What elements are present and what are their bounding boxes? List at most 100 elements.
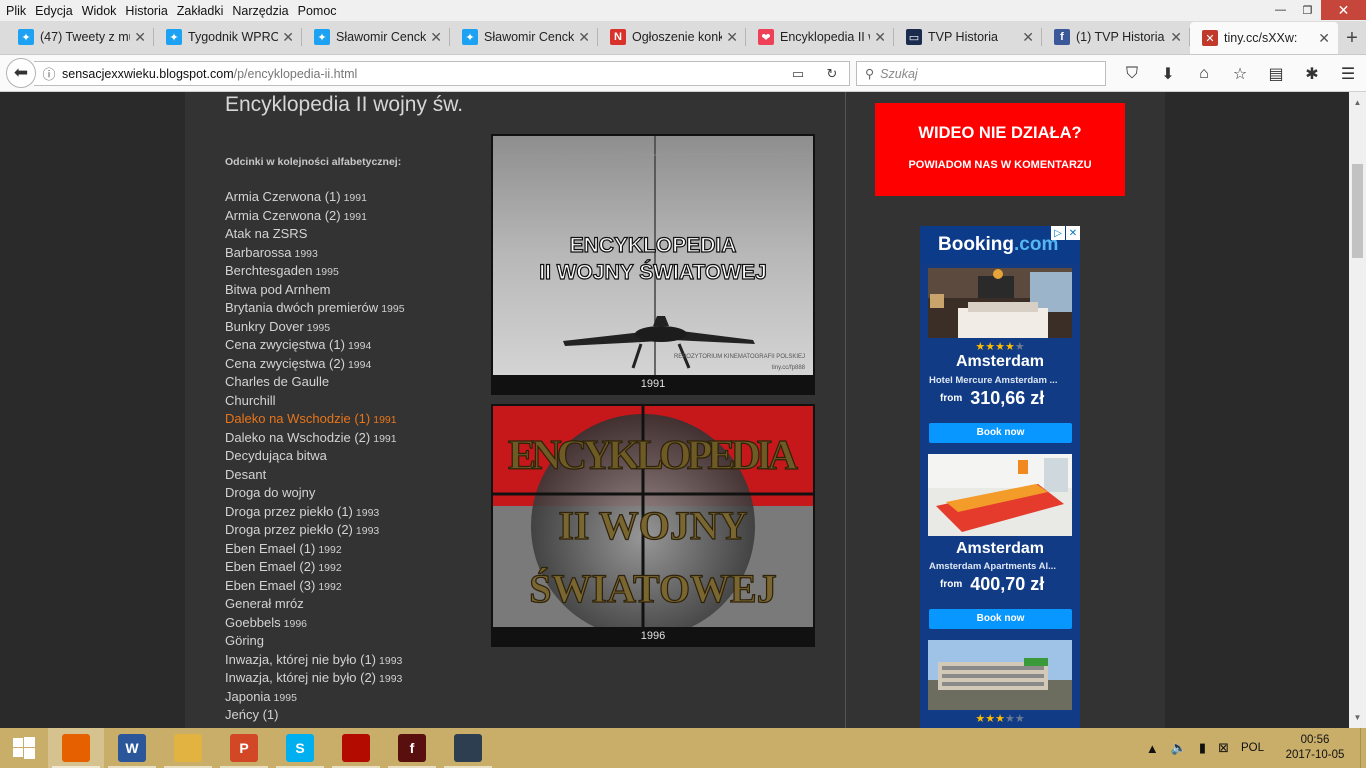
episode-link[interactable]: Inwazja, której nie było (2) 1993 bbox=[225, 670, 405, 689]
tab-close-icon[interactable]: ✕ bbox=[134, 29, 146, 46]
episode-link[interactable]: Charles de Gaulle bbox=[225, 374, 405, 393]
maximize-button[interactable]: ❐ bbox=[1294, 0, 1321, 20]
page-scrollbar[interactable]: ▲ ▼ bbox=[1349, 92, 1366, 728]
episode-link[interactable]: Armia Czerwona (2) 1991 bbox=[225, 208, 405, 227]
reader-view-icon[interactable]: ▭ bbox=[781, 66, 815, 82]
episode-link[interactable]: Inwazja, której nie było (1) 1993 bbox=[225, 652, 405, 671]
extension-icon[interactable]: ✱ bbox=[1294, 64, 1330, 84]
language-indicator[interactable]: POL bbox=[1241, 742, 1264, 754]
download-icon[interactable]: ⬇ bbox=[1150, 64, 1186, 84]
episode-link[interactable]: Atak na ZSRS bbox=[225, 226, 405, 245]
hamburger-menu-icon[interactable]: ☰ bbox=[1330, 64, 1366, 84]
menu-item[interactable]: Zakładki bbox=[175, 4, 231, 18]
episode-link[interactable]: Eben Emael (3) 1992 bbox=[225, 578, 405, 597]
bookmark-star-icon[interactable]: ☆ bbox=[1222, 64, 1258, 84]
episode-link[interactable]: Daleko na Wschodzie (1) 1991 bbox=[225, 411, 405, 430]
episode-link[interactable]: Churchill bbox=[225, 393, 405, 412]
pocket-icon[interactable]: ⛉ bbox=[1114, 65, 1150, 83]
episode-link[interactable]: Brytania dwóch premierów 1995 bbox=[225, 300, 405, 319]
powerpoint-app[interactable]: P bbox=[216, 728, 272, 768]
video-not-working-banner[interactable]: WIDEO NIE DZIAŁA? POWIADOM NAS W KOMENTA… bbox=[875, 103, 1125, 196]
tab-close-icon[interactable]: ✕ bbox=[726, 29, 738, 46]
episode-link[interactable]: Eben Emael (1) 1992 bbox=[225, 541, 405, 560]
menu-item[interactable]: Narzędzia bbox=[230, 4, 295, 18]
episode-thumbnail-1991[interactable]: ENCYKLOPEDIA II WOJNY ŚWIATOWEJ REPOZYTO… bbox=[491, 134, 815, 395]
episode-link[interactable]: Armia Czerwona (1) 1991 bbox=[225, 189, 405, 208]
episode-link[interactable]: Goebbels 1996 bbox=[225, 615, 405, 634]
episode-link[interactable]: Jeńcy (1) bbox=[225, 707, 405, 726]
book-now-button[interactable]: Book now bbox=[929, 423, 1072, 443]
volume-icon[interactable]: 🔈 bbox=[1171, 740, 1187, 756]
episode-link[interactable]: Japonia 1995 bbox=[225, 689, 405, 708]
scroll-down-icon[interactable]: ▼ bbox=[1349, 709, 1366, 726]
episode-link[interactable]: Droga przez piekło (2) 1993 bbox=[225, 522, 405, 541]
library-icon[interactable]: ▤ bbox=[1258, 64, 1294, 84]
close-button[interactable]: ✕ bbox=[1321, 0, 1366, 20]
episode-link[interactable]: Decydująca bitwa bbox=[225, 448, 405, 467]
scroll-up-icon[interactable]: ▲ bbox=[1349, 94, 1366, 111]
home-icon[interactable]: ⌂ bbox=[1186, 65, 1222, 83]
tray-expand-icon[interactable]: ▲ bbox=[1146, 741, 1159, 756]
explorer-icon bbox=[174, 734, 202, 762]
tab-close-icon[interactable]: ✕ bbox=[1318, 30, 1330, 47]
episode-link[interactable]: Generał mróz bbox=[225, 596, 405, 615]
menu-item[interactable]: Edycja bbox=[33, 4, 80, 18]
browser-tab[interactable]: N Ogłoszenie konk ✕ bbox=[598, 20, 746, 54]
tab-close-icon[interactable]: ✕ bbox=[430, 29, 442, 46]
adchoices-icon[interactable]: ▷ bbox=[1051, 226, 1065, 240]
explorer-app[interactable] bbox=[160, 728, 216, 768]
menu-item[interactable]: Plik bbox=[4, 4, 33, 18]
show-desktop-button[interactable] bbox=[1360, 728, 1366, 768]
episode-link[interactable]: Droga do wojny bbox=[225, 485, 405, 504]
address-bar[interactable]: ⓘ sensacjexxwieku.blogspot.com/p/encyklo… bbox=[34, 61, 850, 86]
menu-item[interactable]: Pomoc bbox=[296, 4, 344, 18]
episode-link[interactable]: Bitwa pod Arnhem bbox=[225, 282, 405, 301]
browser-tab[interactable]: ✦ Tygodnik WPRO ✕ bbox=[154, 20, 302, 54]
tab-close-icon[interactable]: ✕ bbox=[578, 29, 590, 46]
reload-icon[interactable]: ↻ bbox=[815, 66, 849, 82]
power-icon[interactable]: ▮ bbox=[1199, 740, 1206, 756]
episode-thumbnail-1996[interactable]: ENCYKLOPEDIA II WOJNY ŚWIATOWEJ 1996 bbox=[491, 404, 815, 647]
flash-app[interactable]: f bbox=[384, 728, 440, 768]
cmd-app[interactable] bbox=[440, 728, 496, 768]
new-tab-button[interactable]: + bbox=[1338, 22, 1366, 54]
tab-close-icon[interactable]: ✕ bbox=[1022, 29, 1034, 46]
book-now-button[interactable]: Book now bbox=[929, 609, 1072, 629]
browser-tab[interactable]: ▭ TVP Historia ✕ bbox=[894, 20, 1042, 54]
browser-tab[interactable]: ❤ Encyklopedia II w ✕ bbox=[746, 20, 894, 54]
tab-close-icon[interactable]: ✕ bbox=[282, 29, 294, 46]
network-icon[interactable]: ⊠ bbox=[1218, 740, 1229, 756]
episode-link[interactable]: Desant bbox=[225, 467, 405, 486]
episode-link[interactable]: Barbarossa 1993 bbox=[225, 245, 405, 264]
episode-link[interactable]: Cena zwycięstwa (2) 1994 bbox=[225, 356, 405, 375]
booking-ad[interactable]: Booking .com ▷ ✕ ★★★★★ Amsterdam Hotel Me… bbox=[920, 226, 1080, 728]
firefox-app[interactable] bbox=[48, 728, 104, 768]
minimize-button[interactable]: — bbox=[1267, 0, 1294, 20]
browser-tab[interactable]: ✦ (47) Tweety z mu ✕ bbox=[6, 20, 154, 54]
browser-tab[interactable]: f (1) TVP Historia ✕ bbox=[1042, 20, 1190, 54]
episode-link[interactable]: Daleko na Wschodzie (2) 1991 bbox=[225, 430, 405, 449]
episode-link[interactable]: Göring bbox=[225, 633, 405, 652]
word-app[interactable]: W bbox=[104, 728, 160, 768]
ad-close-icon[interactable]: ✕ bbox=[1066, 226, 1080, 240]
start-button[interactable] bbox=[0, 728, 48, 768]
episode-link[interactable]: Droga przez piekło (1) 1993 bbox=[225, 504, 405, 523]
back-button[interactable]: ⬅ bbox=[6, 58, 36, 88]
browser-tab[interactable]: ✕ tiny.cc/sXXw: ✕ bbox=[1190, 22, 1338, 54]
tab-close-icon[interactable]: ✕ bbox=[874, 29, 886, 46]
skype-app[interactable]: S bbox=[272, 728, 328, 768]
episode-link[interactable]: Cena zwycięstwa (1) 1994 bbox=[225, 337, 405, 356]
browser-tab[interactable]: ✦ Sławomir Cencki ✕ bbox=[450, 20, 598, 54]
clock[interactable]: 00:56 2017-10-05 bbox=[1270, 733, 1360, 763]
search-input[interactable]: ⚲ Szukaj bbox=[856, 61, 1106, 86]
browser-tab[interactable]: ✦ Sławomir Cencki ✕ bbox=[302, 20, 450, 54]
episode-link[interactable]: Bunkry Dover 1995 bbox=[225, 319, 405, 338]
menu-item[interactable]: Historia bbox=[123, 4, 174, 18]
info-icon[interactable]: ⓘ bbox=[36, 64, 62, 83]
episode-link[interactable]: Berchtesgaden 1995 bbox=[225, 263, 405, 282]
acrobat-app[interactable] bbox=[328, 728, 384, 768]
tab-close-icon[interactable]: ✕ bbox=[1170, 29, 1182, 46]
menu-item[interactable]: Widok bbox=[80, 4, 124, 18]
episode-link[interactable]: Eben Emael (2) 1992 bbox=[225, 559, 405, 578]
scroll-thumb[interactable] bbox=[1352, 164, 1363, 258]
